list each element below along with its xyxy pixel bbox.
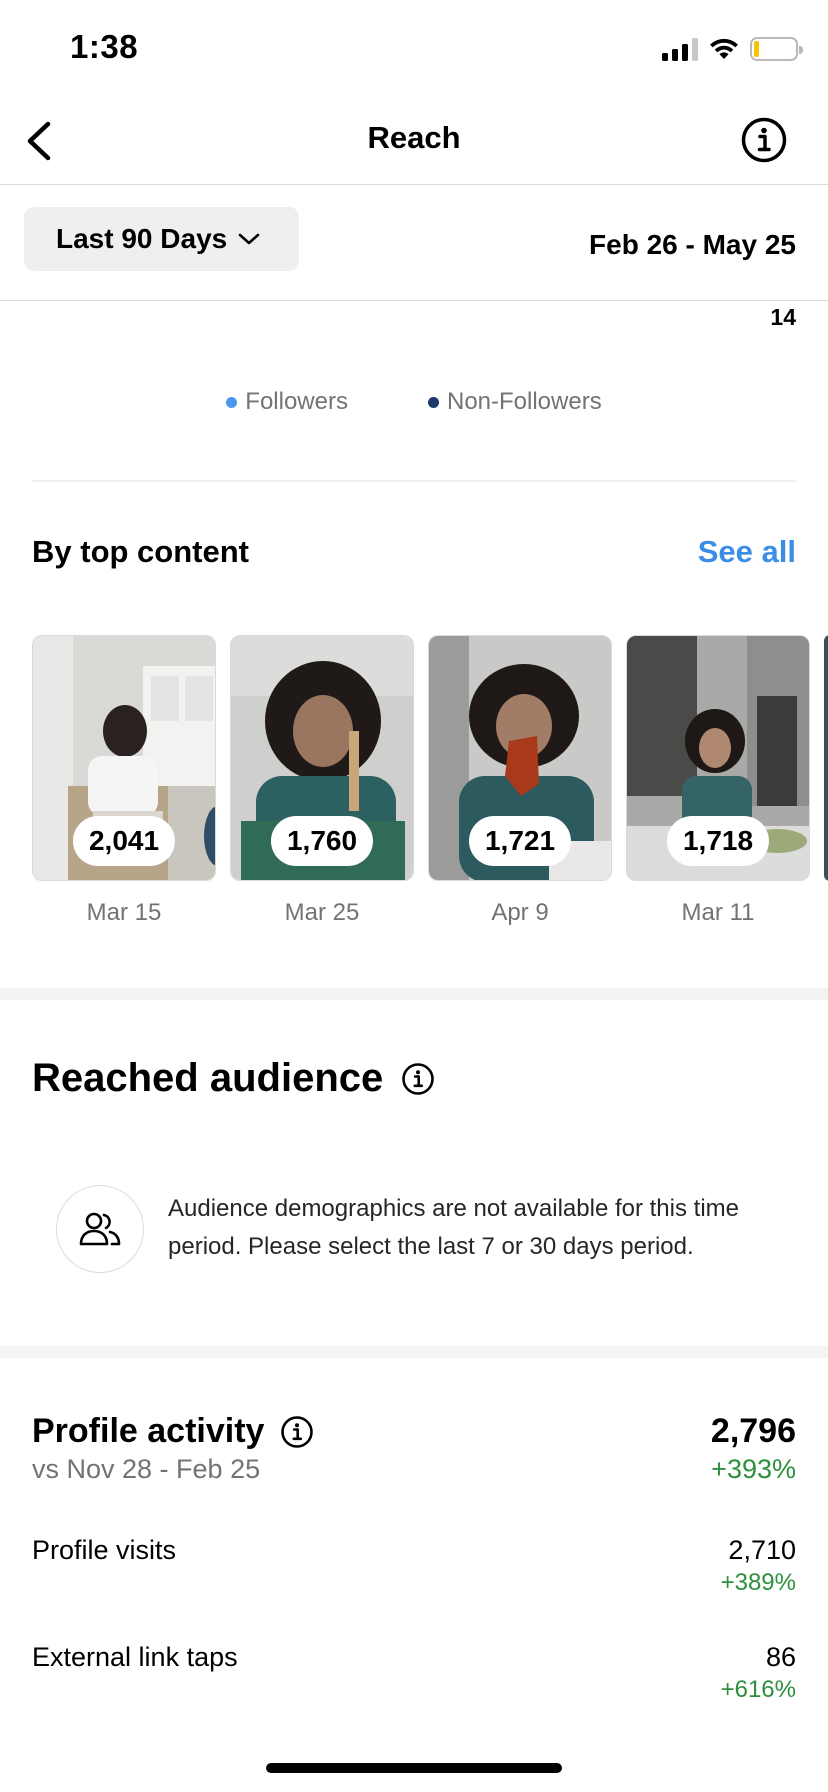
content-date: Mar 15 (86, 899, 162, 926)
profile-activity-change: +393% (711, 1454, 796, 1484)
profile-activity-title: Profile activity (32, 1412, 265, 1450)
status-bar: 1:38 (0, 0, 828, 100)
content-date: Mar 11 (681, 899, 755, 926)
legend-label: Followers (245, 388, 348, 415)
legend-item-followers: Followers (226, 388, 348, 416)
cellular-signal-icon (662, 37, 698, 61)
audience-icon-container (56, 1185, 144, 1273)
see-all-link[interactable]: See all (698, 534, 796, 570)
profile-activity-heading: Profile activity (32, 1412, 314, 1451)
content-date: Apr 9 (491, 899, 549, 926)
content-card[interactable]: 2,041 Mar 15 (32, 635, 216, 927)
section-separator (0, 1346, 828, 1358)
reach-count-badge: 1,760 (270, 816, 374, 866)
page-title: Reach (367, 120, 461, 155)
battery-icon (750, 37, 803, 61)
profile-activity-total: 2,796 (710, 1412, 796, 1450)
period-label: Last 90 Days (56, 223, 228, 254)
reached-audience-title: Reached audience (32, 1056, 384, 1100)
metric-label-external-link-taps: External link taps (32, 1642, 238, 1672)
audience-unavailable-message: Audience demographics are not available … (168, 1195, 739, 1260)
top-content-carousel: 2,041 Mar 15 1,760 Mar 25 1,721 Apr 9 1,… (32, 635, 810, 927)
reach-count-badge: 2,041 (72, 816, 176, 866)
content-card[interactable]: 1,718 Mar 11 (626, 635, 810, 927)
nav-bar: Reach (0, 100, 828, 185)
metric-value-external-link-taps: 86 (765, 1642, 796, 1672)
chart-legend: Followers Non-Followers (0, 388, 828, 416)
legend-label: Non-Followers (446, 388, 602, 415)
content-thumbnail[interactable]: 2,041 (32, 635, 216, 881)
content-card[interactable]: 1,760 Mar 25 (230, 635, 414, 927)
chevron-down-icon (238, 233, 260, 245)
info-button[interactable] (740, 116, 788, 164)
info-icon[interactable] (280, 1415, 314, 1449)
reach-count-badge: 1,721 (468, 816, 572, 866)
home-indicator[interactable] (266, 1763, 562, 1773)
date-range: Feb 26 - May 25 (589, 229, 796, 260)
metric-value-profile-visits: 2,710 (728, 1535, 796, 1565)
non-followers-dot (427, 396, 439, 408)
status-icons (662, 34, 803, 64)
content-thumbnail[interactable]: 1,760 (230, 635, 414, 881)
people-icon (79, 1212, 121, 1246)
wifi-icon (710, 38, 738, 59)
followers-dot (226, 396, 238, 408)
filter-row: Last 90 Days Feb 26 - May 25 (0, 186, 828, 301)
reach-count-badge: 1,718 (666, 816, 770, 866)
content-card[interactable]: 1,721 Apr 9 (428, 635, 612, 927)
section-heading-top-content: By top content (32, 534, 249, 569)
period-dropdown[interactable]: Last 90 Days (24, 207, 299, 271)
content-thumbnail[interactable]: 1,718 (626, 635, 810, 881)
legend-item-non-followers: Non-Followers (427, 388, 602, 416)
metric-change-external-link-taps: +616% (720, 1676, 796, 1703)
comparison-period: vs Nov 28 - Feb 25 (32, 1454, 261, 1484)
content-date: Mar 25 (284, 899, 360, 926)
reached-audience-heading: Reached audience (32, 1056, 435, 1101)
section-separator (0, 988, 828, 1000)
metric-label-profile-visits: Profile visits (32, 1535, 177, 1565)
metric-change-profile-visits: +389% (720, 1569, 796, 1596)
next-thumbnail-peek[interactable] (824, 635, 828, 881)
info-icon[interactable] (401, 1062, 435, 1096)
divider (32, 480, 796, 482)
status-time: 1:38 (70, 28, 139, 65)
chart-axis-tick: 14 (770, 304, 796, 330)
content-thumbnail[interactable]: 1,721 (428, 635, 612, 881)
info-icon (741, 117, 787, 163)
